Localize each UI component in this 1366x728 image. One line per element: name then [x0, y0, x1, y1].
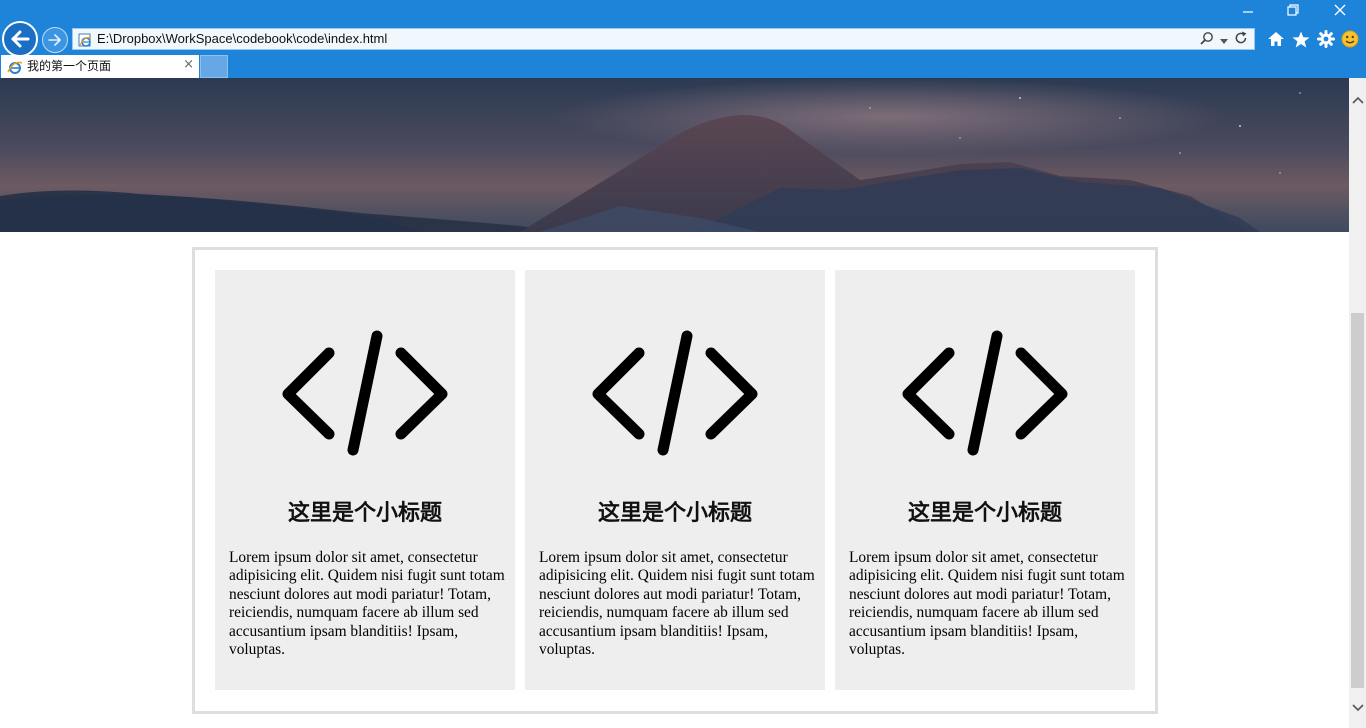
back-button[interactable]	[2, 21, 38, 57]
restore-button[interactable]	[1270, 0, 1316, 20]
close-window-button[interactable]	[1317, 0, 1363, 20]
vertical-scrollbar[interactable]	[1349, 78, 1366, 728]
feature-card: 这里是个小标题 Lorem ipsum dolor sit amet, cons…	[835, 270, 1135, 690]
refresh-icon[interactable]	[1234, 30, 1248, 49]
card-title: 这里是个小标题	[597, 500, 752, 526]
arrow-left-icon	[11, 30, 30, 48]
chevron-up-icon	[1351, 96, 1364, 104]
ie-logo-icon	[7, 59, 23, 79]
tab-title: 我的第一个页面	[27, 59, 112, 73]
close-icon	[1334, 4, 1346, 16]
new-tab-button[interactable]	[200, 55, 228, 78]
card-title: 这里是个小标题	[907, 500, 1062, 526]
card-text: Lorem ipsum dolor sit amet, consectetur …	[849, 549, 1125, 659]
tab-active[interactable]: 我的第一个页面 ×	[1, 55, 199, 78]
card-text: Lorem ipsum dolor sit amet, consectetur …	[539, 549, 815, 659]
minimize-icon	[1243, 11, 1253, 13]
hero-banner-image	[0, 78, 1349, 232]
card-text: Lorem ipsum dolor sit amet, consectetur …	[229, 549, 505, 659]
code-icon	[280, 330, 450, 456]
gear-icon[interactable]	[1316, 29, 1336, 49]
star-icon[interactable]	[1291, 29, 1311, 49]
scroll-down-button[interactable]	[1349, 698, 1366, 718]
address-bar[interactable]: E:\Dropbox\WorkSpace\codebook\code\index…	[72, 28, 1255, 50]
chevron-down-icon	[1351, 704, 1364, 712]
scrollbar-thumb[interactable]	[1351, 313, 1364, 688]
scroll-up-button[interactable]	[1349, 90, 1366, 110]
code-icon	[900, 330, 1070, 456]
forward-button[interactable]	[42, 27, 68, 53]
browser-titlebar: E:\Dropbox\WorkSpace\codebook\code\index…	[0, 0, 1366, 78]
restore-icon	[1287, 4, 1299, 16]
arrow-right-icon	[48, 34, 61, 46]
home-icon[interactable]	[1266, 29, 1286, 49]
cards-container: 这里是个小标题 Lorem ipsum dolor sit amet, cons…	[192, 247, 1158, 714]
address-text[interactable]: E:\Dropbox\WorkSpace\codebook\code\index…	[97, 31, 387, 47]
minimize-button[interactable]	[1225, 0, 1271, 20]
search-icon[interactable]	[1200, 30, 1214, 49]
ie-page-icon	[78, 32, 92, 51]
tab-close-button[interactable]: ×	[183, 58, 194, 72]
code-icon	[590, 330, 760, 456]
smiley-feedback-icon[interactable]	[1340, 29, 1360, 49]
chevron-down-icon[interactable]	[1220, 30, 1228, 49]
feature-card: 这里是个小标题 Lorem ipsum dolor sit amet, cons…	[215, 270, 515, 690]
card-title: 这里是个小标题	[287, 500, 442, 526]
feature-card: 这里是个小标题 Lorem ipsum dolor sit amet, cons…	[525, 270, 825, 690]
